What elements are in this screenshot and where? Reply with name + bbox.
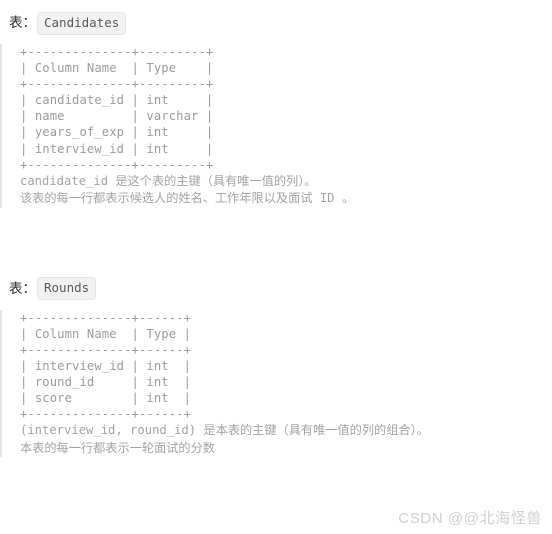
csdn-watermark: CSDN @@北海怪兽: [398, 510, 542, 527]
table-heading-label: 表：: [9, 15, 36, 30]
table-block-candidates: 表： Candidates +--------------+---------+…: [0, 11, 552, 208]
page-root: 表： Candidates +--------------+---------+…: [0, 0, 552, 534]
table-heading-candidates: 表： Candidates: [0, 11, 552, 35]
table-name-badge-rounds: Rounds: [37, 277, 97, 301]
heading-code-spacer: [0, 34, 552, 44]
schema-ascii-table-rounds: +--------------+------+ | Column Name | …: [20, 310, 192, 422]
table-heading-rounds: 表： Rounds: [0, 277, 552, 301]
heading-code-spacer: [0, 300, 552, 310]
schema-description-rounds: (interview_id, round_id) 是本表的主键（具有唯一值的列的…: [20, 423, 429, 455]
table-heading-label: 表：: [9, 280, 36, 296]
top-spacer: [0, 0, 552, 12]
schema-code-block-rounds: +--------------+------+ | Column Name | …: [0, 309, 552, 458]
schema-ascii-table-candidates: +--------------+---------+ | Column Name…: [20, 45, 214, 172]
table-block-rounds: 表： Rounds +--------------+------+ | Colu…: [0, 277, 552, 458]
schema-code-block-candidates: +--------------+---------+ | Column Name…: [0, 44, 552, 208]
table-name-badge-candidates: Candidates: [37, 11, 127, 35]
schema-description-candidates: candidate_id 是这个表的主键（具有唯一值的列）。 该表的每一行都表示…: [20, 173, 355, 206]
